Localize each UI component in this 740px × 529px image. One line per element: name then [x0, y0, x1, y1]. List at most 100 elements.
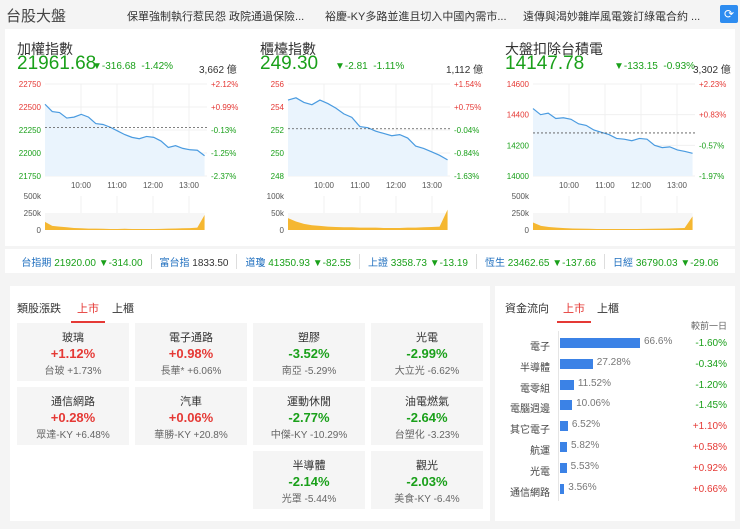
- ticker-item[interactable]: 日經 36790.03 ▼-29.06: [604, 253, 727, 269]
- pct-tick-label: -2.37%: [211, 172, 236, 181]
- volume-band: [533, 213, 693, 230]
- x-tick-label: 10:00: [314, 181, 335, 190]
- volume-tick-label: 0: [525, 226, 530, 235]
- sector-name: 運動休閒: [287, 396, 331, 408]
- price-area: [45, 104, 205, 176]
- news-link[interactable]: 遠傳與渴妙雜岸風電簽訂綠電合約 ...: [523, 8, 700, 24]
- sector-card[interactable]: 半導體 -2.14% 光罩 -5.44%: [253, 451, 365, 509]
- flow-row[interactable]: 光電 5.53% +0.92%: [495, 460, 735, 478]
- sector-card[interactable]: 通信網路 +0.28% 眾達-KY +6.48%: [17, 387, 129, 445]
- flow-change: -1.60%: [695, 338, 727, 349]
- pct-tick-label: -1.97%: [699, 172, 724, 181]
- flow-change: -1.20%: [695, 379, 727, 391]
- sector-top-stock: 台玻 +1.73%: [44, 366, 102, 377]
- index-chart: 14600 +2.23% 14400 +0.83% 14200 -0.57% 14000 -1…: [507, 80, 727, 235]
- sector-pct: -2.77%: [288, 410, 330, 425]
- flow-row[interactable]: 電子 66.6% -1.60%: [495, 335, 735, 353]
- sector-card[interactable]: 觀光 -2.03% 美食-KY -6.4%: [371, 451, 483, 509]
- news-link[interactable]: 保單強制執行惹民怨 政院通過保險...: [127, 8, 304, 24]
- tab-listed[interactable]: 上市: [71, 300, 105, 323]
- x-tick-label: 10:00: [71, 181, 92, 190]
- y-tick-label: 14600: [507, 80, 530, 89]
- ticker-item[interactable]: 上證 3358.73 ▼-13.19: [358, 253, 476, 269]
- news-link[interactable]: 裕慶-KY多路並進且切入中國內需市...: [325, 8, 507, 24]
- flow-share: 27.28%: [596, 356, 631, 368]
- x-tick-label: 11:00: [595, 181, 615, 190]
- sector-name: 汽車: [180, 396, 202, 408]
- y-tick-label: 14000: [507, 172, 530, 181]
- flow-row[interactable]: 電腦週邊 10.06% -1.45%: [495, 397, 735, 415]
- tab-otc[interactable]: 上櫃: [591, 300, 625, 321]
- refresh-button[interactable]: ⟳: [720, 5, 738, 23]
- flow-bar: [560, 442, 567, 452]
- sector-card[interactable]: 光電 -2.99% 大立光 -6.62%: [371, 323, 483, 381]
- sector-card[interactable]: 運動休閒 -2.77% 中傑-KY -10.29%: [253, 387, 365, 445]
- y-tick-label: 250: [271, 149, 285, 158]
- sector-name: 油電燃氣: [405, 396, 449, 408]
- flow-row[interactable]: 其它電子 6.52% +1.10%: [495, 418, 735, 436]
- flow-bar: [560, 462, 567, 473]
- flow-sector-name: 光電: [530, 466, 550, 478]
- sector-name: 光電: [416, 332, 438, 344]
- flow-row[interactable]: 半導體 27.28% -0.34%: [495, 356, 735, 374]
- pct-tick-label: +2.23%: [699, 80, 726, 89]
- y-tick-label: 14200: [507, 141, 530, 150]
- flow-row[interactable]: 電零組 11.52% -1.20%: [495, 377, 735, 395]
- sector-card[interactable]: 塑膠 -3.52% 南亞 -5.29%: [253, 323, 365, 381]
- sector-card[interactable]: 玻璃 +1.12% 台玻 +1.73%: [17, 323, 129, 381]
- tab-listed[interactable]: 上市: [557, 300, 591, 323]
- y-tick-label: 22750: [19, 80, 42, 89]
- pct-tick-label: -1.63%: [454, 172, 479, 181]
- y-tick-label: 22000: [19, 149, 42, 158]
- flow-row[interactable]: 通信網路 3.56% +0.66%: [495, 481, 735, 499]
- sector-pct: -3.52%: [288, 346, 330, 361]
- page-title: 台股大盤: [6, 8, 67, 25]
- volume-tick-label: 0: [37, 226, 42, 235]
- sector-top-stock: 光罩 -5.44%: [281, 494, 337, 505]
- refresh-icon: ⟳: [723, 7, 735, 21]
- volume-tick-label: 50k: [271, 209, 285, 218]
- volume-tick-label: 100k: [267, 192, 285, 201]
- sector-card[interactable]: 汽車 +0.06% 華勝-KY +20.8%: [135, 387, 247, 445]
- volume-tick-label: 250k: [512, 209, 530, 218]
- volume-tick-label: 500k: [24, 192, 42, 201]
- ticker-item[interactable]: 富台指 1833.50: [150, 253, 237, 269]
- pct-tick-label: +0.99%: [211, 103, 238, 112]
- sector-top-stock: 華勝-KY +20.8%: [154, 430, 228, 441]
- sector-card[interactable]: 電子通路 +0.98% 長華* +6.06%: [135, 323, 247, 381]
- index-chart: 22750 +2.12% 22500 +0.99% 22250 -0.13% 22000 -1…: [19, 80, 239, 235]
- x-tick-label: 13:00: [667, 181, 688, 190]
- flow-row[interactable]: 航運 5.82% +0.58%: [495, 439, 735, 457]
- fund-flow-panel: 資金流向 上市 上櫃 較前一日 電子 66.6% -1.60% 半導體 27.2…: [495, 286, 735, 521]
- sector-pct: -2.99%: [406, 346, 448, 361]
- volume-tick-label: 250k: [24, 209, 42, 218]
- sector-top-stock: 美食-KY -6.4%: [394, 494, 460, 505]
- x-tick-label: 13:00: [179, 181, 200, 190]
- sector-panel: 類股漲跌 上市 上櫃 玻璃 +1.12% 台玻 +1.73% 電子通路 +0.9…: [10, 286, 490, 521]
- x-tick-label: 11:00: [107, 181, 127, 190]
- flow-sector-name: 航運: [530, 446, 550, 457]
- pct-tick-label: -1.25%: [211, 149, 236, 158]
- flow-share: 5.82%: [570, 440, 600, 451]
- index-value: 249.30: [260, 53, 319, 74]
- ticker-item[interactable]: 台指期 21920.00 ▼-314.00: [13, 254, 150, 269]
- index-change: ▼-2.81 -1.11%: [335, 61, 405, 72]
- flow-share: 11.52%: [577, 377, 612, 389]
- flow-bar: [560, 338, 640, 348]
- flow-change: +1.10%: [692, 421, 727, 433]
- flow-sector-name: 通信網路: [510, 487, 550, 499]
- flow-sector-name: 半導體: [520, 362, 550, 374]
- tab-otc[interactable]: 上櫃: [106, 300, 140, 321]
- sector-name: 玻璃: [62, 332, 84, 344]
- volume-tick-label: 500k: [512, 192, 530, 201]
- x-tick-label: 11:00: [350, 181, 370, 190]
- x-tick-label: 12:00: [631, 181, 652, 190]
- sector-top-stock: 眾達-KY +6.48%: [36, 430, 110, 441]
- pct-tick-label: -0.13%: [211, 126, 236, 135]
- ticker-item[interactable]: 恆生 23462.65 ▼-137.66: [475, 253, 604, 269]
- y-tick-label: 252: [271, 126, 285, 135]
- sector-card[interactable]: 油電燃氣 -2.64% 台塑化 -3.23%: [371, 387, 483, 445]
- ticker-item[interactable]: 道瓊 41350.93 ▼-82.55: [236, 253, 359, 269]
- index-value: 14147.78: [505, 53, 585, 74]
- sector-name: 塑膠: [298, 332, 320, 344]
